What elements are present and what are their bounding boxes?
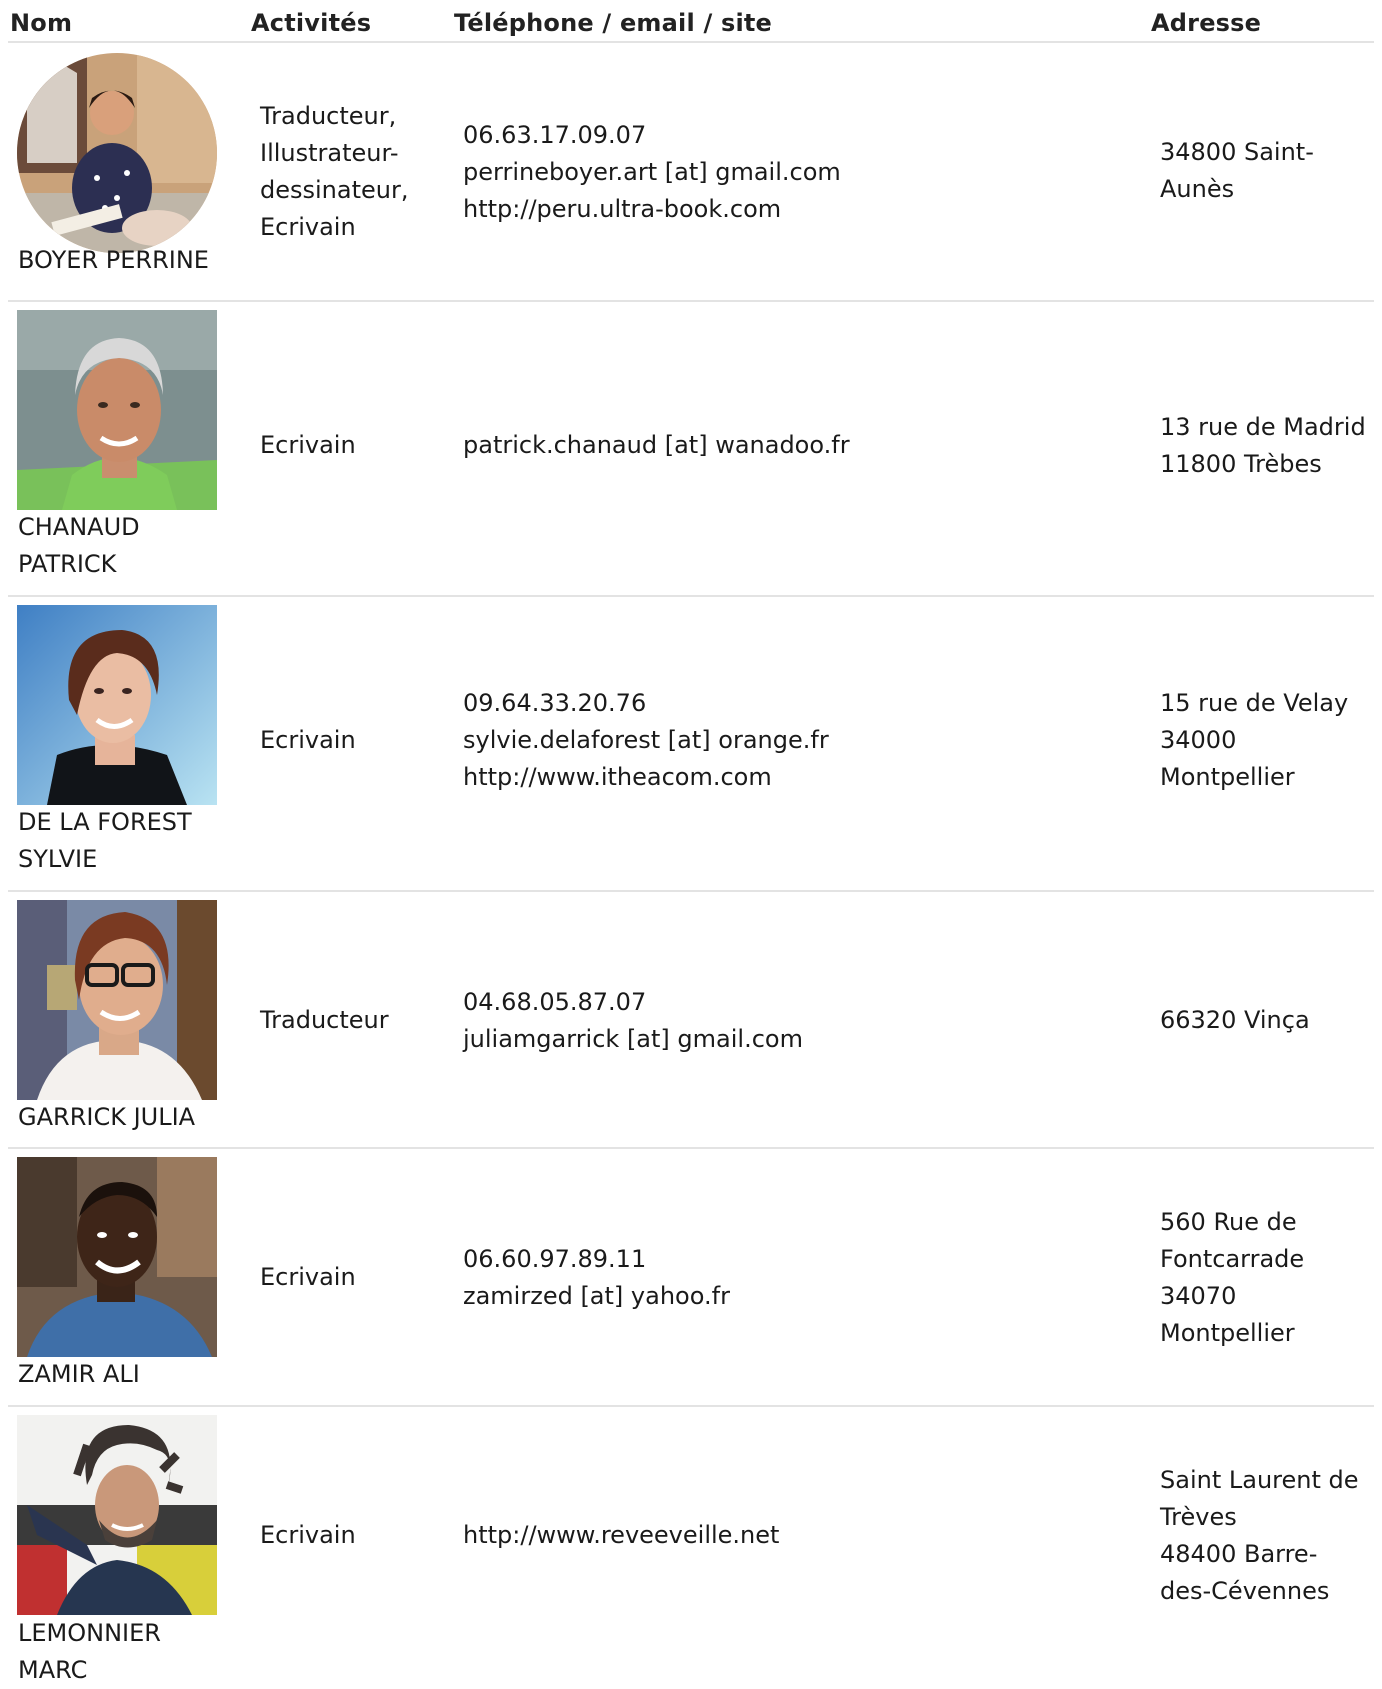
email: sylvie.delaforest [at] orange.fr [463, 726, 829, 754]
website: http://peru.ultra-book.com [463, 195, 782, 223]
table-header: Nom Activités Téléphone / email / site A… [0, 0, 1382, 42]
table-row: ZAMIR ALI Ecrivain 06.60.97.89.11 zamirz… [0, 1149, 1382, 1406]
table-row: BOYER PERRINE Traducteur, Illustrateur- … [0, 42, 1382, 301]
header-name: Nom [10, 9, 73, 37]
portrait-photo [17, 310, 217, 510]
header-address: Adresse [1151, 9, 1262, 37]
header-contact: Téléphone / email / site [454, 9, 773, 37]
table-row: GARRICK JULIA Traducteur 04.68.05.87.07 … [0, 892, 1382, 1148]
contact-info: 06.63.17.09.07 perrineboyer.art [at] gma… [463, 117, 1153, 228]
phone: 06.63.17.09.07 [463, 121, 647, 149]
activities: Ecrivain [260, 726, 356, 754]
phone: 09.64.33.20.76 [463, 689, 647, 717]
portrait-photo [17, 900, 217, 1100]
person-name: CHANAUD PATRICK [18, 513, 140, 578]
contact-info: 06.60.97.89.11 zamirzed [at] yahoo.fr [463, 1241, 1153, 1315]
activities: Ecrivain [260, 431, 356, 459]
address: 34800 Saint- Aunès [1160, 138, 1314, 203]
header-activities: Activités [251, 9, 372, 37]
portrait-photo [17, 1415, 217, 1615]
email: perrineboyer.art [at] gmail.com [463, 158, 841, 186]
address: 66320 Vinça [1160, 1006, 1310, 1034]
email: zamirzed [at] yahoo.fr [463, 1282, 730, 1310]
email: juliamgarrick [at] gmail.com [463, 1025, 803, 1053]
person-name: BOYER PERRINE [18, 246, 209, 274]
activities: Ecrivain [260, 1521, 356, 1549]
email: patrick.chanaud [at] wanadoo.fr [463, 431, 850, 459]
contact-info: 09.64.33.20.76 sylvie.delaforest [at] or… [463, 685, 1153, 796]
address: Saint Laurent de Trèves 48400 Barre- des… [1160, 1466, 1359, 1605]
person-name: GARRICK JULIA [18, 1103, 196, 1131]
address: 13 rue de Madrid 11800 Trèbes [1160, 413, 1366, 478]
contact-info: patrick.chanaud [at] wanadoo.fr [463, 427, 1153, 464]
person-name: DE LA FOREST SYLVIE [18, 808, 192, 873]
phone: 04.68.05.87.07 [463, 988, 647, 1016]
activities: Traducteur, Illustrateur- dessinateur, E… [260, 102, 409, 241]
contact-info: 04.68.05.87.07 juliamgarrick [at] gmail.… [463, 984, 1153, 1058]
address: 560 Rue de Fontcarrade 34070 Montpellier [1160, 1208, 1305, 1347]
phone: 06.60.97.89.11 [463, 1245, 647, 1273]
website: http://www.itheacom.com [463, 763, 772, 791]
person-name: ZAMIR ALI [18, 1360, 140, 1388]
person-name: LEMONNIER MARC [18, 1619, 161, 1684]
activities: Traducteur [260, 1006, 389, 1034]
portrait-photo [17, 53, 217, 253]
contact-info: http://www.reveeveille.net [463, 1517, 1153, 1554]
table-row: CHANAUD PATRICK Ecrivain patrick.chanaud… [0, 302, 1382, 597]
portrait-photo [17, 1157, 217, 1357]
activities: Ecrivain [260, 1263, 356, 1291]
address: 15 rue de Velay 34000 Montpellier [1160, 689, 1349, 791]
table-row: LEMONNIER MARC Ecrivain http://www.revee… [0, 1407, 1382, 1684]
table-row: DE LA FOREST SYLVIE Ecrivain 09.64.33.20… [0, 597, 1382, 891]
website: http://www.reveeveille.net [463, 1521, 780, 1549]
portrait-photo [17, 605, 217, 805]
